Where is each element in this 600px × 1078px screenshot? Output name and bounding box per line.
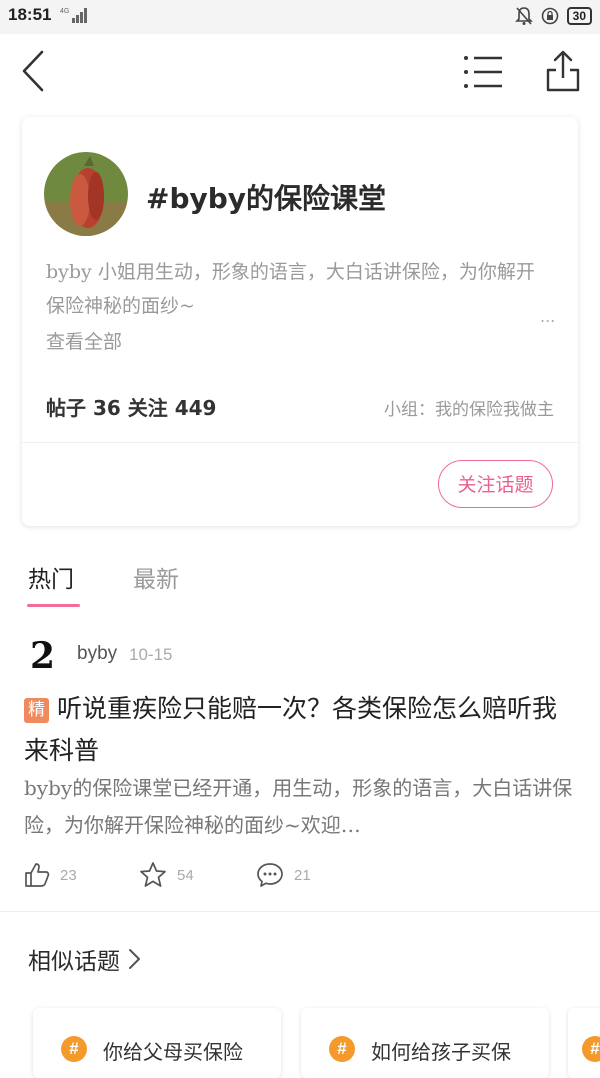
favorite-button[interactable]: 54 [139, 860, 194, 890]
hash-icon: # [61, 1036, 87, 1062]
follow-topic-button[interactable]: 关注话题 [438, 460, 553, 508]
nav-bar [0, 34, 600, 110]
active-tab-indicator [27, 604, 80, 607]
section-divider [0, 911, 600, 912]
lock-rotation-icon [541, 7, 558, 25]
more-dots[interactable]: ... [540, 307, 555, 326]
comment-icon [257, 863, 283, 887]
topic-stats: 帖子 36 关注 449 [46, 396, 217, 420]
battery-indicator: 30 [566, 7, 592, 25]
topic-card: #byby的保险课堂 byby 小姐用生动，形象的语言，大白话讲保险，为你解开保… [22, 117, 578, 526]
status-right: 30 [514, 4, 592, 28]
status-time: 18:51 [8, 5, 52, 24]
post-excerpt[interactable]: byby的保险课堂已经开通，用生动，形象的语言，大白话讲保险，为你解开保险神秘的… [24, 770, 580, 844]
featured-badge: 精 [24, 698, 49, 723]
topic-description: byby 小姐用生动，形象的语言，大白话讲保险，为你解开保险神秘的面纱~ [46, 261, 535, 317]
post-author-avatar[interactable]: 2 [28, 634, 58, 674]
card-divider [22, 442, 578, 443]
back-icon[interactable] [18, 48, 52, 94]
tab-hot[interactable]: 热门 [28, 560, 74, 594]
mute-bell-icon [514, 7, 533, 25]
status-bar: 18:51 4G 30 [0, 0, 600, 34]
hash-icon: # [582, 1036, 600, 1062]
like-count: 23 [60, 866, 77, 884]
comment-count: 21 [294, 866, 311, 884]
signal-icon: 4G [60, 8, 87, 23]
similar-topic-label: 如何给孩子买保 [371, 1040, 511, 1064]
star-icon [140, 862, 166, 887]
similar-topic-label: 你给父母买保险 [103, 1040, 243, 1064]
svg-text:4G: 4G [60, 8, 69, 15]
similar-topics-header[interactable]: 相似话题 [28, 942, 142, 976]
view-all-link[interactable]: 查看全部 [46, 327, 122, 354]
post-username[interactable]: byby [77, 643, 117, 665]
svg-text:2: 2 [30, 635, 55, 674]
topic-avatar [44, 152, 128, 236]
topic-title: #byby的保险课堂 [146, 182, 387, 215]
tab-latest[interactable]: 最新 [133, 560, 179, 594]
similar-topic-card[interactable]: # 你给父母买保险 [33, 1008, 281, 1078]
post-title[interactable]: 精听说重疾险只能赔一次？各类保险怎么赔听我来科普 [24, 688, 580, 772]
post-date: 10-15 [129, 645, 173, 664]
hash-icon: # [329, 1036, 355, 1062]
comment-button[interactable]: 21 [256, 860, 311, 890]
chevron-right-icon [129, 949, 140, 969]
post-title-text: 听说重疾险只能赔一次？各类保险怎么赔听我来科普 [24, 694, 558, 765]
like-icon [25, 863, 50, 887]
similar-topics-title: 相似话题 [28, 949, 120, 975]
similar-topic-card[interactable]: # [568, 1008, 600, 1078]
similar-topic-card[interactable]: # 如何给孩子买保 [301, 1008, 549, 1078]
favorite-count: 54 [177, 866, 194, 884]
list-menu-icon[interactable] [462, 52, 506, 92]
like-button[interactable]: 23 [24, 860, 77, 890]
share-icon[interactable] [544, 48, 582, 94]
topic-group-link[interactable]: 小组：我的保险我做主 [384, 395, 554, 420]
